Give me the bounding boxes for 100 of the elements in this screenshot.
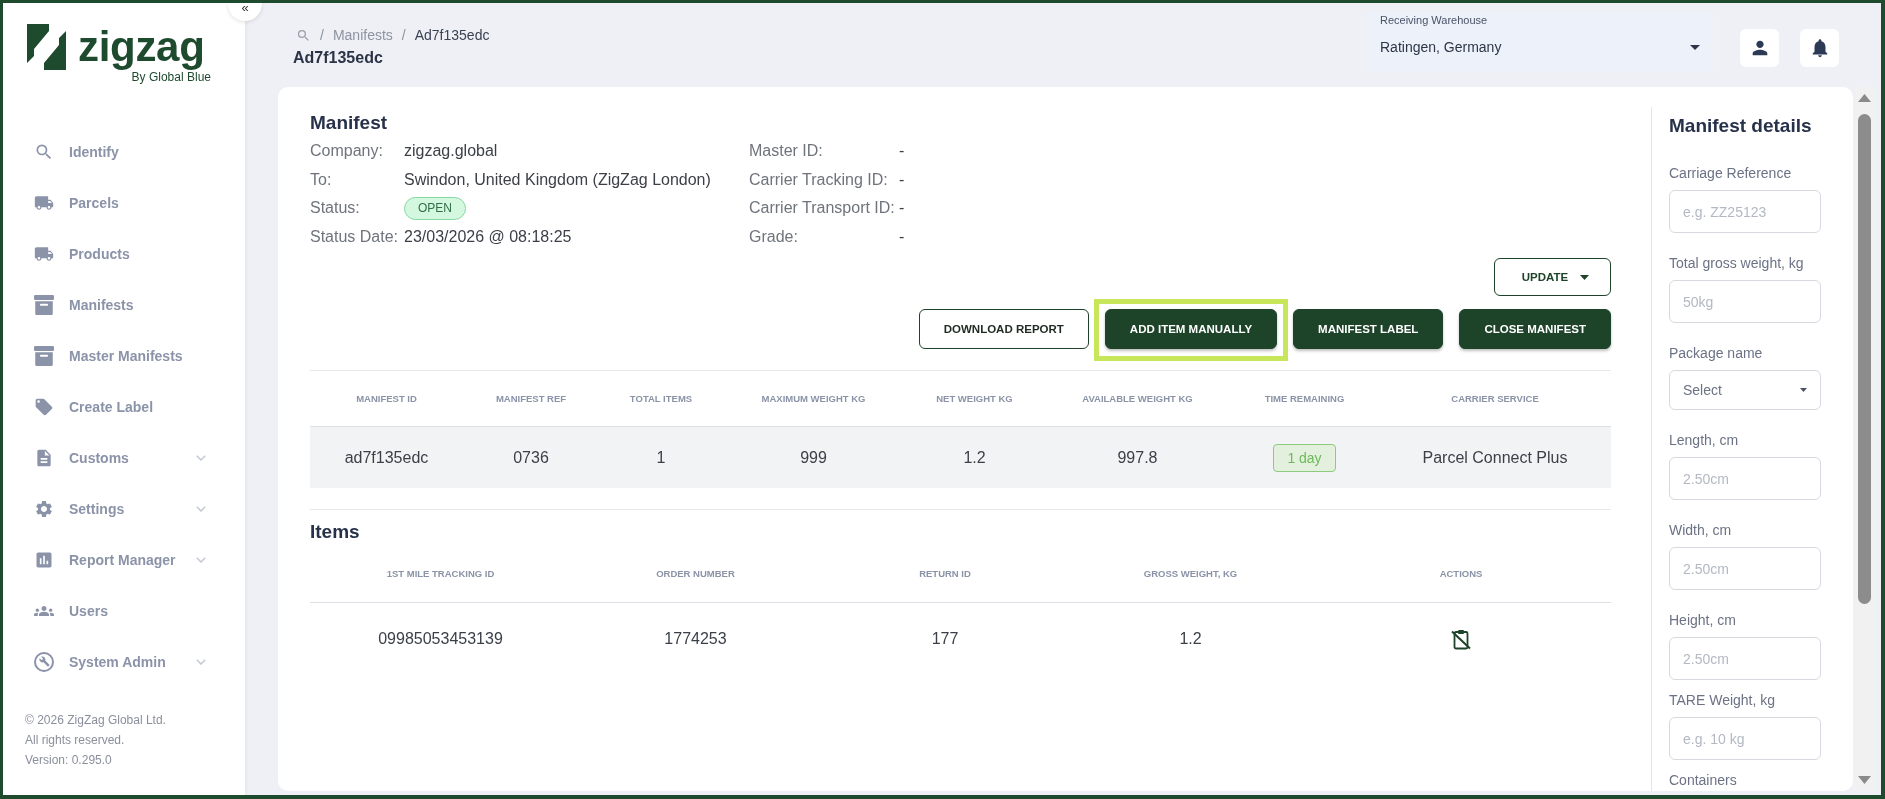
table-cell: ad7f135edc: [344, 448, 429, 467]
table-cell: 0736: [513, 448, 549, 467]
scrollbar-thumb[interactable]: [1858, 114, 1871, 604]
text-input[interactable]: 2.50cm: [1669, 547, 1821, 590]
field-label: Package name: [1669, 344, 1763, 362]
caret-icon: [1800, 388, 1807, 392]
field-label: TARE Weight, kg: [1669, 691, 1776, 709]
nav-item[interactable]: Users: [3, 585, 245, 636]
info-value: zigzag.global: [404, 142, 498, 161]
column-header: ACTIONS: [1439, 567, 1483, 579]
action-button[interactable]: ADD ITEM MANUALLY: [1104, 309, 1278, 349]
nav-item[interactable]: System Admin: [3, 636, 245, 687]
column-header: TOTAL ITEMS: [629, 393, 693, 404]
tag-icon: [34, 396, 54, 417]
breadcrumb-separator: /: [401, 26, 406, 44]
search-icon[interactable]: [296, 27, 311, 43]
field-label: Length, cm: [1669, 431, 1739, 449]
table-cell: 1: [656, 448, 666, 467]
page-title: Ad7f135edc: [293, 48, 383, 68]
scrollbar-track[interactable]: [1853, 87, 1876, 791]
field-label: Containers: [1669, 771, 1737, 789]
text-input[interactable]: e.g. ZZ25123: [1669, 190, 1821, 233]
field-label: Total gross weight, kg: [1669, 254, 1804, 272]
logo-icon: [27, 24, 66, 70]
info-value: -: [899, 199, 905, 218]
time-remaining-badge: 1 day: [1273, 443, 1336, 472]
nav-item[interactable]: Customs: [3, 432, 245, 483]
text-input[interactable]: 2.50cm: [1669, 637, 1821, 680]
breadcrumb-link[interactable]: Manifests: [332, 26, 393, 44]
wrench-icon: [34, 651, 54, 672]
field-label: Carriage Reference: [1669, 164, 1792, 182]
caret-icon: [1690, 44, 1700, 50]
notification-button[interactable]: [1800, 29, 1839, 67]
nav-item[interactable]: Identify: [3, 126, 245, 177]
info-value: -: [899, 142, 905, 161]
table-cell: 1.2: [963, 448, 986, 467]
archive-box-icon: [34, 345, 54, 366]
table-cell: 999: [800, 448, 827, 467]
section-title: Manifest: [310, 111, 388, 135]
collapse-button[interactable]: «: [228, 3, 262, 21]
table-cell: 1774253: [664, 630, 727, 648]
column-header: NET WEIGHT KG: [936, 393, 1013, 404]
logo-tagline: By Global Blue: [131, 70, 211, 84]
nav-item[interactable]: Products: [3, 228, 245, 279]
breadcrumb-current: Ad7f135edc: [414, 26, 490, 44]
column-header: AVAILABLE WEIGHT KG: [1082, 393, 1193, 404]
table-cell: 997.8: [1117, 448, 1158, 467]
info-value: -: [899, 170, 905, 189]
info-label: Carrier Transport ID:: [749, 199, 896, 218]
column-header: 1ST MILE TRACKING ID: [386, 567, 495, 579]
scroll-up-arrow-icon[interactable]: [1858, 94, 1871, 102]
column-header: GROSS WEIGHT, KG: [1143, 567, 1238, 579]
column-header: RETURN ID: [919, 567, 971, 579]
column-header: MANIFEST REF: [495, 393, 567, 404]
column-header: MAXIMUM WEIGHT KG: [761, 393, 866, 404]
nav-item[interactable]: Parcels: [3, 177, 245, 228]
nav-item[interactable]: Settings: [3, 483, 245, 534]
column-header: MANIFEST ID: [356, 393, 417, 404]
warehouse-select[interactable]: Receiving Warehouse Ratingen, Germany: [1367, 12, 1713, 72]
action-button[interactable]: DOWNLOAD REPORT: [918, 309, 1089, 349]
settings-icon: [34, 498, 54, 519]
column-header: TIME REMAINING: [1264, 393, 1345, 404]
info-label: Grade:: [749, 227, 799, 246]
archive-box-icon: [34, 294, 54, 315]
document-icon: [34, 447, 54, 468]
info-value: Swindon, United Kingdom (ZigZag London): [404, 170, 711, 189]
text-input[interactable]: 2.50cm: [1669, 457, 1821, 500]
field-label: Width, cm: [1669, 521, 1732, 539]
nav-item[interactable]: Manifests: [3, 279, 245, 330]
footer-text: © 2026 ZigZag Global Ltd.: [25, 712, 166, 729]
nav-item[interactable]: Master Manifests: [3, 330, 245, 381]
panel-title: Manifest details: [1669, 114, 1812, 138]
text-input[interactable]: e.g. 10 kg: [1669, 717, 1821, 760]
info-label: Status:: [310, 199, 361, 218]
table-cell: 1.2: [1179, 630, 1202, 648]
clipboard-slash-icon[interactable]: [1451, 628, 1471, 650]
section-title: Items: [310, 520, 360, 544]
table-cell: 177: [931, 630, 959, 648]
caret-icon: [1580, 274, 1590, 280]
field-label: Height, cm: [1669, 611, 1736, 629]
info-value: 23/03/2026 @ 08:18:25: [404, 227, 572, 246]
user-button[interactable]: [1740, 29, 1779, 67]
action-button[interactable]: MANIFEST LABEL: [1293, 309, 1444, 349]
update-button[interactable]: UPDATE: [1494, 258, 1611, 296]
info-label: Company:: [310, 142, 384, 161]
text-input[interactable]: 50kg: [1669, 280, 1821, 323]
nav-item[interactable]: Report Manager: [3, 534, 245, 585]
nav-item[interactable]: Create Label: [3, 381, 245, 432]
footer-text: All rights reserved.: [25, 732, 125, 749]
footer-text: Version: 0.295.0: [25, 752, 112, 769]
scroll-down-arrow-icon[interactable]: [1858, 776, 1871, 784]
action-button[interactable]: CLOSE MANIFEST: [1459, 309, 1611, 349]
column-header: CARRIER SERVICE: [1451, 393, 1539, 404]
breadcrumb-separator: /: [320, 26, 324, 44]
status-badge: OPEN: [404, 196, 466, 220]
column-header: ORDER NUMBER: [656, 567, 735, 579]
info-label: To:: [310, 170, 333, 189]
table-cell: Parcel Connect Plus: [1422, 448, 1568, 467]
select-field[interactable]: Select: [1669, 370, 1821, 410]
table-cell: 09985053453139: [378, 630, 503, 648]
